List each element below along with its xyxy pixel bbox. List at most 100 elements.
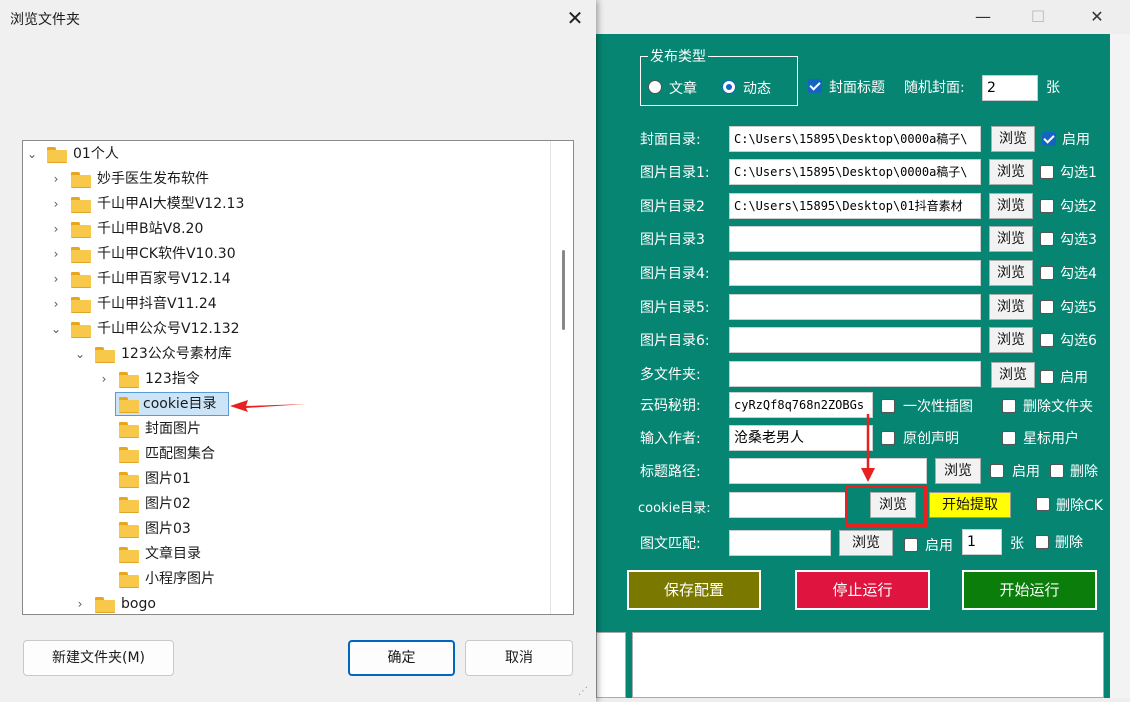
title-path-browse-button[interactable]: 浏览 [935, 458, 981, 484]
image-text-match-input[interactable] [729, 530, 831, 556]
tree-scrollbar-track[interactable] [550, 141, 551, 614]
image-dir5-browse-button[interactable]: 浏览 [989, 294, 1033, 320]
log-area[interactable] [632, 632, 1104, 698]
chevron-right-icon[interactable]: › [49, 292, 63, 316]
title-path-enable-checkbox[interactable] [990, 464, 1004, 478]
cover-dir-input[interactable]: C:\Users\15895\Desktop\0000a稿子\ [729, 126, 981, 152]
image-dir3-input[interactable] [729, 226, 981, 252]
chevron-right-icon[interactable]: › [97, 367, 111, 391]
chevron-right-icon[interactable]: › [73, 592, 87, 614]
dialog-close-icon[interactable]: ✕ [560, 2, 590, 34]
chevron-right-icon[interactable]: › [49, 192, 63, 216]
tree-item[interactable]: ⌄ 01个人 [23, 142, 553, 166]
tree-item[interactable]: › 123指令 [23, 367, 553, 391]
image-dir1-input[interactable]: C:\Users\15895\Desktop\0000a稿子\ [729, 159, 981, 185]
star-user-checkbox[interactable] [1002, 431, 1016, 445]
tree-item[interactable]: › 千山甲B站V8.20 [23, 217, 553, 241]
image-dir2-browse-button[interactable]: 浏览 [989, 193, 1033, 219]
image-dir5-checkbox[interactable] [1040, 300, 1054, 314]
start-extract-button[interactable]: 开始提取 [929, 492, 1011, 518]
image-dir6-checkbox[interactable] [1040, 333, 1054, 347]
one-time-insert-checkbox[interactable] [881, 399, 895, 413]
multi-folder-checkbox[interactable] [1040, 370, 1054, 384]
secret-key-input[interactable]: cyRzQf8q768n2ZOBGs [729, 392, 873, 418]
tree-item[interactable]: › 妙手医生发布软件 [23, 167, 553, 191]
chevron-down-icon[interactable]: ⌄ [73, 342, 87, 366]
resize-grip-icon[interactable]: ⋰ [578, 686, 590, 698]
original-label: 原创声明 [903, 431, 959, 447]
delete-ck-checkbox[interactable] [1036, 497, 1050, 511]
tree-item[interactable]: › 千山甲百家号V12.14 [23, 267, 553, 291]
tree-item[interactable]: ⌄ 123公众号素材库 [23, 342, 553, 366]
tree-item[interactable]: 小程序图片 [23, 567, 553, 591]
chevron-right-icon[interactable]: › [49, 167, 63, 191]
image-dir6-browse-button[interactable]: 浏览 [989, 327, 1033, 353]
image-dir3-checkbox[interactable] [1040, 232, 1054, 246]
cover-dir-checkbox[interactable] [1042, 132, 1056, 146]
image-dir5-input[interactable] [729, 294, 981, 320]
image-dir1-browse-button[interactable]: 浏览 [989, 159, 1033, 185]
tree-item[interactable]: › bogo [23, 592, 553, 614]
random-cover-label: 随机封面: [904, 80, 965, 96]
match-count-unit: 张 [1010, 536, 1024, 552]
tree-item[interactable]: 图片02 [23, 492, 553, 516]
match-count-input[interactable]: 1 [962, 529, 1002, 555]
new-folder-button[interactable]: 新建文件夹(M) [23, 640, 174, 676]
folder-icon [71, 222, 91, 238]
tree-item-label: 千山甲CK软件V10.30 [97, 246, 236, 262]
tree-item[interactable]: 封面图片 [23, 417, 553, 441]
tree-item[interactable]: 文章目录 [23, 542, 553, 566]
chevron-down-icon[interactable]: ⌄ [25, 142, 39, 166]
tree-item[interactable]: › 千山甲抖音V11.24 [23, 292, 553, 316]
match-enable-checkbox[interactable] [904, 538, 918, 552]
radio-article[interactable] [648, 80, 662, 94]
title-path-delete-label: 删除 [1070, 464, 1098, 480]
match-delete-checkbox[interactable] [1035, 535, 1049, 549]
chevron-right-icon[interactable]: › [49, 242, 63, 266]
cover-dir-label: 封面目录: [640, 132, 701, 148]
image-dir3-browse-button[interactable]: 浏览 [989, 226, 1033, 252]
chevron-right-icon[interactable]: › [49, 217, 63, 241]
random-cover-input[interactable]: 2 [982, 75, 1038, 101]
start-run-button[interactable]: 开始运行 [962, 570, 1097, 610]
radio-dynamic[interactable] [722, 80, 736, 94]
tree-item[interactable]: › 千山甲CK软件V10.30 [23, 242, 553, 266]
tree-item[interactable]: 图片01 [23, 467, 553, 491]
image-text-match-browse-button[interactable]: 浏览 [839, 530, 893, 556]
cookie-dir-input[interactable] [729, 492, 847, 518]
tree-item[interactable]: ⌄ 千山甲公众号V12.132 [23, 317, 553, 341]
image-dir1-checkbox[interactable] [1040, 165, 1054, 179]
multi-folder-browse-button[interactable]: 浏览 [991, 362, 1035, 388]
tree-item[interactable]: › 千山甲AI大模型V12.13 [23, 192, 553, 216]
cancel-button[interactable]: 取消 [465, 640, 573, 676]
image-dir4-checkbox[interactable] [1040, 266, 1054, 280]
folder-tree[interactable]: ⌄ 01个人 › 妙手医生发布软件 › 千山甲AI大模型V12.13 › 千山甲… [22, 140, 574, 615]
tree-scrollbar-thumb[interactable] [562, 250, 565, 330]
chevron-right-icon[interactable]: › [49, 267, 63, 291]
image-dir2-input[interactable]: C:\Users\15895\Desktop\01抖音素材 [729, 193, 981, 219]
image-dir5-check-label: 勾选5 [1060, 300, 1097, 316]
image-dir6-input[interactable] [729, 327, 981, 353]
image-dir4-input[interactable] [729, 260, 981, 286]
image-dir4-browse-button[interactable]: 浏览 [989, 260, 1033, 286]
multi-folder-input[interactable] [729, 361, 981, 387]
cover-title-checkbox[interactable] [808, 79, 822, 93]
original-checkbox[interactable] [881, 431, 895, 445]
cover-dir-browse-button[interactable]: 浏览 [991, 126, 1035, 152]
image-dir2-checkbox[interactable] [1040, 199, 1054, 213]
tree-item[interactable]: 图片03 [23, 517, 553, 541]
folder-icon [95, 347, 115, 363]
close-icon[interactable]: ✕ [1074, 0, 1120, 34]
maximize-icon[interactable]: ☐ [1015, 0, 1061, 34]
minimize-icon[interactable]: — [960, 0, 1006, 34]
title-path-delete-checkbox[interactable] [1050, 464, 1064, 478]
title-path-input[interactable] [729, 458, 927, 484]
chevron-down-icon[interactable]: ⌄ [49, 317, 63, 341]
author-input[interactable]: 沧桑老男人 [729, 425, 873, 451]
delete-folder-checkbox[interactable] [1002, 399, 1016, 413]
tree-item[interactable]: 匹配图集合 [23, 442, 553, 466]
ok-button[interactable]: 确定 [348, 640, 455, 676]
stop-run-button[interactable]: 停止运行 [795, 570, 930, 610]
save-config-button[interactable]: 保存配置 [627, 570, 761, 610]
log-area-left[interactable] [596, 632, 626, 698]
